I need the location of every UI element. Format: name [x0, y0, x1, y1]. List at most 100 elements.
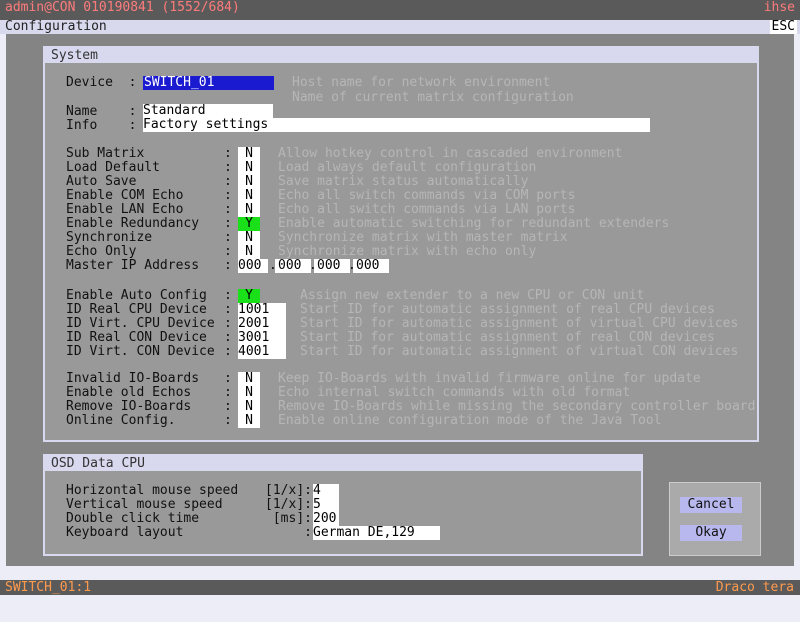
rows2-hint: Start ID for automatic assignment of rea… — [300, 302, 715, 317]
rows2-hint: Start ID for automatic assignment of vir… — [300, 344, 739, 359]
rows1-label: Auto Save — [66, 174, 137, 189]
rows2-label: ID Virt. CPU Device — [66, 316, 215, 331]
rows1-value[interactable]: N — [238, 245, 260, 259]
osd-value[interactable]: German DE,129 — [313, 526, 440, 540]
rows1-value[interactable]: Y — [238, 217, 260, 231]
rows1-hint: Echo all switch commands via COM ports — [278, 188, 576, 203]
rows1-label: Echo Only — [66, 244, 137, 259]
rows2-label: ID Real CPU Device — [66, 302, 207, 317]
field-colon: : — [224, 413, 232, 428]
rows1-value[interactable]: N — [238, 161, 260, 175]
rows3-value[interactable]: N — [238, 372, 260, 386]
field-colon: : — [224, 188, 232, 203]
rows2-value[interactable]: 4001 — [238, 345, 286, 359]
osd-value[interactable]: 4 — [313, 484, 339, 498]
device-label: Device : — [66, 75, 137, 90]
master-ip-octet-4[interactable]: 000 — [353, 259, 389, 273]
rows3-hint: Enable online configuration mode of the … — [278, 413, 662, 428]
rows2-label: ID Real CON Device — [66, 330, 207, 345]
ip-dot-1: . — [269, 258, 277, 273]
osd-unit: : — [304, 525, 312, 540]
title-bar: admin@CON 010190841 (1552/684) ihse — [0, 0, 800, 20]
auto-config-toggle[interactable]: Y — [238, 289, 260, 303]
rows3-label: Invalid IO-Boards — [66, 371, 200, 386]
master-ip-colon: : — [224, 258, 232, 273]
rows2-value[interactable]: 3001 — [238, 331, 286, 345]
rows2-hint: Start ID for automatic assignment of vir… — [300, 316, 739, 331]
field-colon: : — [224, 244, 232, 259]
status-product: Draco tera — [715, 580, 794, 595]
info-field[interactable]: Factory settings — [143, 118, 650, 132]
rows1-hint: Save matrix status automatically — [278, 174, 529, 189]
field-colon: : — [224, 385, 232, 400]
esc-button[interactable]: ESC — [769, 20, 797, 34]
osd-value[interactable]: 200 — [313, 512, 339, 526]
master-ip-octet-2[interactable]: 000 — [275, 259, 311, 273]
device-field[interactable]: SWITCH_01 — [143, 76, 274, 90]
osd-value[interactable]: 5 — [313, 498, 339, 512]
rows1-label: Enable COM Echo — [66, 188, 184, 203]
field-colon: : — [224, 330, 232, 345]
osd-section-title: OSD Data CPU — [45, 456, 641, 471]
osd-unit: [1/x]: — [265, 497, 312, 512]
field-colon: : — [224, 146, 232, 161]
master-ip-octet-3[interactable]: 000 — [314, 259, 350, 273]
field-colon: : — [224, 371, 232, 386]
rows1-label: Enable Redundancy — [66, 216, 200, 231]
rows3-value[interactable]: N — [238, 386, 260, 400]
osd-label: Keyboard layout — [66, 525, 184, 540]
button-panel — [669, 482, 761, 556]
rows3-label: Remove IO-Boards — [66, 399, 192, 414]
rows1-value[interactable]: N — [238, 231, 260, 245]
rows1-hint: Echo all switch commands via LAN ports — [278, 202, 576, 217]
vendor-label: ihse — [763, 0, 795, 15]
ip-dot-2: . — [309, 258, 317, 273]
rows1-hint: Synchronize matrix with master matrix — [278, 230, 568, 245]
rows3-hint: Echo internal switch commands with old f… — [278, 385, 631, 400]
auto-config-colon: : — [224, 288, 232, 303]
rows2-value[interactable]: 1001 — [238, 303, 286, 317]
rows1-hint: Allow hotkey control in cascaded environ… — [278, 146, 623, 161]
ip-dot-3: . — [348, 258, 356, 273]
master-ip-label: Master IP Address — [66, 258, 200, 273]
osd-unit: [1/x]: — [265, 483, 312, 498]
rows1-label: Sub Matrix — [66, 146, 145, 161]
field-colon: : — [224, 160, 232, 175]
field-colon: : — [224, 216, 232, 231]
rows3-label: Enable old Echos — [66, 385, 192, 400]
rows2-hint: Start ID for automatic assignment of rea… — [300, 330, 715, 345]
rows1-hint: Load always default configuration — [278, 160, 537, 175]
master-ip-octet-1[interactable]: 000 — [238, 259, 268, 273]
rows1-value[interactable]: N — [238, 203, 260, 217]
rows1-value[interactable]: N — [238, 189, 260, 203]
rows1-label: Enable LAN Echo — [66, 202, 184, 217]
status-bar: SWITCH_01:1 Draco tera — [0, 580, 800, 595]
field-colon: : — [224, 344, 232, 359]
rows2-value[interactable]: 2001 — [238, 317, 286, 331]
rows1-hint: Enable automatic switching for redundant… — [278, 216, 670, 231]
page-title: Configuration — [5, 19, 107, 34]
status-device: SWITCH_01:1 — [5, 580, 92, 595]
rows3-value[interactable]: N — [238, 400, 260, 414]
osd-label: Vertical mouse speed — [66, 497, 223, 512]
rows1-value[interactable]: N — [238, 175, 260, 189]
field-colon: : — [224, 316, 232, 331]
name-label: Name : — [66, 104, 137, 119]
rows1-label: Synchronize — [66, 230, 153, 245]
field-colon: : — [224, 202, 232, 217]
rows1-value[interactable]: N — [238, 147, 260, 161]
okay-button[interactable]: Okay — [680, 525, 742, 541]
auto-config-hint: Assign new extender to a new CPU or CON … — [300, 288, 645, 303]
rows3-hint: Remove IO-Boards while missing the secon… — [278, 399, 756, 414]
name-hint: Name of current matrix configuration — [292, 90, 574, 105]
rows3-value[interactable]: N — [238, 414, 260, 428]
field-colon: : — [224, 230, 232, 245]
rows1-label: Load Default — [66, 160, 160, 175]
name-field[interactable]: Standard — [143, 104, 273, 118]
field-colon: : — [224, 302, 232, 317]
info-label: Info : — [66, 118, 137, 133]
cancel-button[interactable]: Cancel — [680, 497, 742, 513]
menu-bar: Configuration ESC — [0, 20, 800, 34]
rows1-hint: Synchronize matrix with echo only — [278, 244, 537, 259]
rows2-label: ID Virt. CON Device — [66, 344, 215, 359]
